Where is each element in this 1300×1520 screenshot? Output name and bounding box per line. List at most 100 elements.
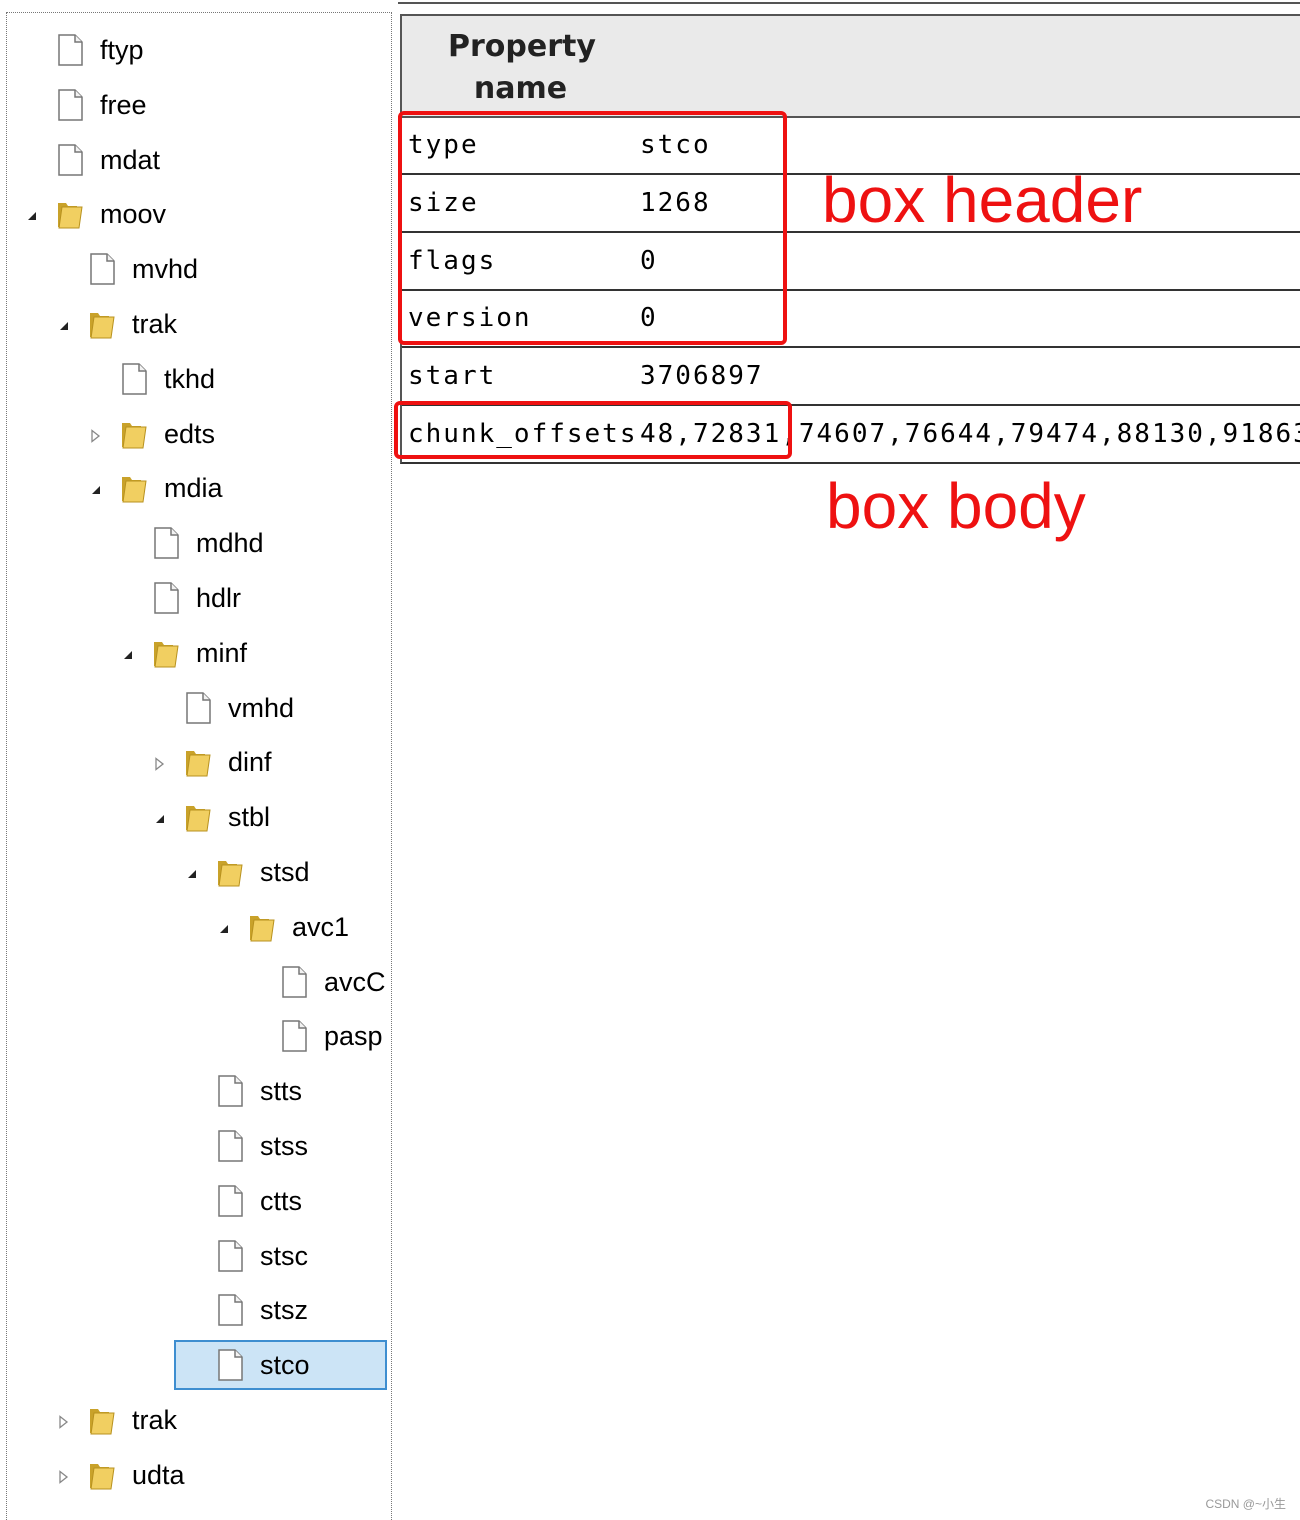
tree-node-ctts[interactable]: ctts bbox=[7, 1184, 387, 1230]
file-icon bbox=[151, 581, 181, 615]
folder-icon bbox=[87, 1458, 117, 1492]
file-icon bbox=[215, 1239, 245, 1273]
property-row-start[interactable]: start 3706897 bbox=[400, 347, 1300, 407]
tree-node-label: avc1 bbox=[292, 911, 350, 942]
folder-icon bbox=[151, 636, 181, 670]
tree-node-label: minf bbox=[196, 637, 248, 668]
tree-node-label: stsc bbox=[260, 1240, 309, 1271]
tree-node-label: moov bbox=[100, 199, 167, 230]
collapse-arrow-icon[interactable] bbox=[89, 428, 103, 443]
folder-icon bbox=[119, 471, 149, 505]
tree-node-stsc[interactable]: stsc bbox=[7, 1239, 387, 1285]
tree-node-label: stbl bbox=[228, 802, 271, 833]
tree-node-vmhd[interactable]: vmhd bbox=[7, 691, 387, 737]
property-name-column-header[interactable]: Property name bbox=[448, 26, 596, 110]
tree-node-stts[interactable]: stts bbox=[7, 1074, 387, 1120]
folder-icon bbox=[119, 417, 149, 451]
tree-node-pasp[interactable]: pasp bbox=[7, 1019, 387, 1065]
tree-node-avc1[interactable]: avc1 bbox=[7, 910, 387, 956]
tree-node-mdhd[interactable]: mdhd bbox=[7, 526, 387, 572]
expand-arrow-icon[interactable] bbox=[185, 867, 199, 881]
tree-node-ftyp[interactable]: ftyp bbox=[7, 33, 387, 79]
tree-node-trak[interactable]: trak bbox=[7, 307, 387, 353]
tree-node-label: free bbox=[100, 89, 147, 120]
file-icon bbox=[151, 526, 181, 560]
file-icon bbox=[55, 143, 85, 177]
expand-arrow-icon[interactable] bbox=[217, 922, 231, 936]
tree-node-hdlr[interactable]: hdlr bbox=[7, 581, 387, 627]
tree-node-stco[interactable]: stco bbox=[7, 1340, 387, 1394]
tree-node-avcC[interactable]: avcC bbox=[7, 965, 387, 1011]
box-header-highlight bbox=[398, 111, 787, 345]
tree-node-label: udta bbox=[132, 1459, 185, 1490]
property-value: 3706897 bbox=[640, 361, 764, 392]
folder-icon bbox=[183, 745, 213, 779]
expand-arrow-icon[interactable] bbox=[25, 209, 39, 223]
file-icon bbox=[55, 33, 85, 67]
tree-node-label: mvhd bbox=[132, 254, 199, 285]
collapse-arrow-icon[interactable] bbox=[57, 1415, 71, 1429]
tree-node-mvhd[interactable]: mvhd bbox=[7, 252, 387, 298]
tree-node-label: mdia bbox=[164, 473, 223, 504]
file-icon bbox=[279, 965, 309, 999]
tree-node-mdia[interactable]: mdia bbox=[7, 471, 387, 517]
tree-node-label: stsd bbox=[260, 857, 310, 887]
file-icon bbox=[279, 1019, 309, 1053]
tree-node-label: stts bbox=[260, 1076, 303, 1107]
file-icon bbox=[119, 362, 149, 396]
tree-node-minf[interactable]: minf bbox=[7, 636, 387, 682]
tree-node-label: stss bbox=[260, 1131, 309, 1161]
tree-node-label: ctts bbox=[260, 1185, 303, 1216]
collapse-arrow-icon[interactable] bbox=[57, 1469, 71, 1484]
folder-icon bbox=[55, 197, 85, 231]
tree-node-edts[interactable]: edts bbox=[7, 417, 387, 463]
box-body-annotation: box body bbox=[826, 470, 1086, 542]
file-icon bbox=[215, 1074, 245, 1108]
folder-icon bbox=[87, 307, 117, 341]
tree-node-label: avcC bbox=[324, 966, 386, 997]
expand-arrow-icon[interactable] bbox=[57, 319, 71, 333]
tree-node-udta[interactable]: udta bbox=[7, 1458, 387, 1504]
top-border bbox=[398, 2, 1300, 4]
tree-node-label: mdhd bbox=[196, 528, 264, 559]
tree-node-label: dinf bbox=[228, 747, 272, 778]
file-icon bbox=[87, 252, 117, 286]
folder-icon bbox=[183, 800, 213, 834]
tree-node-label: hdlr bbox=[196, 583, 242, 613]
tree-node-label: pasp bbox=[324, 1021, 383, 1052]
tree-node-label: edts bbox=[164, 418, 216, 449]
tree-node-dinf[interactable]: dinf bbox=[7, 745, 387, 791]
property-grid-header: Property name bbox=[400, 14, 1300, 118]
tree-node-stsz[interactable]: stsz bbox=[7, 1293, 387, 1339]
tree-node-label: vmhd bbox=[228, 692, 295, 723]
box-tree-panel[interactable]: ftyp free mdat moov mvhd trak tkhd edts mdia mdhd… bbox=[6, 12, 392, 1520]
expand-arrow-icon[interactable] bbox=[153, 812, 167, 826]
tree-node-stsd[interactable]: stsd bbox=[7, 855, 387, 901]
tree-node-label: stco bbox=[260, 1350, 310, 1381]
file-icon bbox=[215, 1184, 245, 1218]
property-name: start bbox=[408, 361, 497, 392]
tree-node-tkhd[interactable]: tkhd bbox=[7, 362, 387, 408]
tree-node-label: ftyp bbox=[100, 35, 144, 65]
box-body-highlight bbox=[394, 401, 792, 459]
tree-node-label: tkhd bbox=[164, 363, 216, 394]
tree-node-label: trak bbox=[132, 309, 178, 339]
tree-node-free[interactable]: free bbox=[7, 88, 387, 134]
tree-node-label: stsz bbox=[260, 1295, 309, 1326]
tree-node-mdat[interactable]: mdat bbox=[7, 143, 387, 189]
watermark: CSDN @~小生 bbox=[1205, 1497, 1286, 1511]
tree-node-label: trak bbox=[132, 1405, 178, 1435]
expand-arrow-icon[interactable] bbox=[121, 648, 135, 662]
file-icon bbox=[55, 88, 85, 122]
file-icon bbox=[215, 1129, 245, 1163]
tree-node-stss[interactable]: stss bbox=[7, 1129, 387, 1175]
expand-arrow-icon[interactable] bbox=[89, 483, 103, 497]
folder-icon bbox=[247, 910, 277, 944]
file-icon bbox=[215, 1293, 245, 1327]
tree-node-moov[interactable]: moov bbox=[7, 197, 387, 243]
tree-node-label: mdat bbox=[100, 144, 161, 175]
collapse-arrow-icon[interactable] bbox=[153, 757, 167, 772]
tree-node-stbl[interactable]: stbl bbox=[7, 800, 387, 846]
folder-icon bbox=[215, 855, 245, 889]
tree-node-trak[interactable]: trak bbox=[7, 1403, 387, 1449]
